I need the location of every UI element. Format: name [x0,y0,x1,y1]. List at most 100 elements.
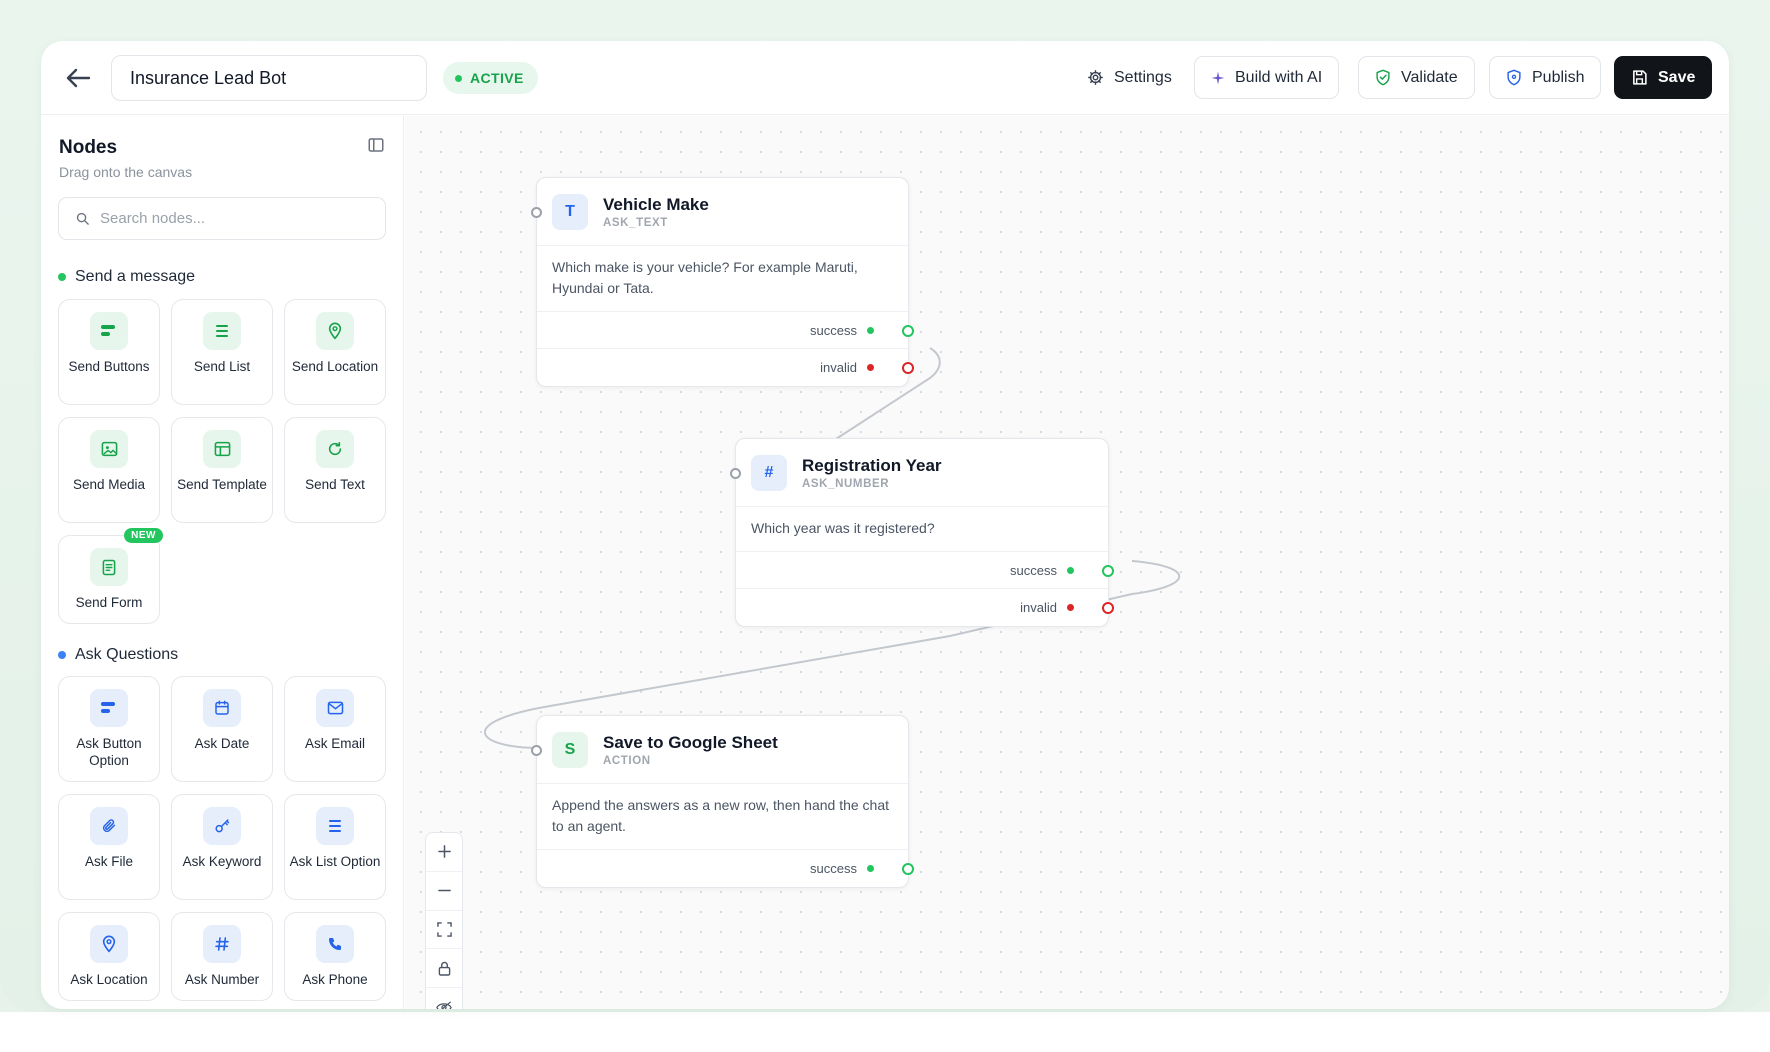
gear-icon [1088,70,1103,85]
list-icon [316,807,354,845]
zoom-in-button[interactable] [426,833,462,872]
output-handle-success[interactable] [902,863,914,875]
node-tile-ask-button-option[interactable]: Ask Button Option [58,676,160,782]
node-type: ACTION [603,755,651,767]
location-pin-icon [90,925,128,963]
tile-label: Ask Number [184,972,260,987]
tile-label: Ask Button Option [76,736,142,768]
tile-label: Send Template [177,477,267,492]
node-tile-ask-number[interactable]: Ask Number [171,912,273,1001]
node-header: # Registration Year ASK_NUMBER [736,439,1108,507]
section-dot [58,651,66,659]
form-icon [90,548,128,586]
hash-type-icon: # [751,455,787,491]
node-tile-ask-file[interactable]: Ask File [58,794,160,900]
tile-label: Send Form [75,595,143,610]
publish-button[interactable]: Publish [1489,56,1602,99]
node-tile-ask-list-option[interactable]: Ask List Option [284,794,386,900]
node-tile-ask-email[interactable]: Ask Email [284,676,386,782]
list-icon [203,312,241,350]
node-body: Which make is your vehicle? For example … [537,246,908,312]
node-registration-year[interactable]: # Registration Year ASK_NUMBER Which yea… [730,438,1114,627]
fit-view-button[interactable] [426,911,462,950]
tile-label: Ask File [84,854,133,869]
node-vehicle-make[interactable]: T Vehicle Make ASK_TEXT Which make is yo… [531,177,914,387]
status-dot [455,74,462,82]
settings-label: Settings [1114,68,1172,86]
sidebar-title: Nodes [59,137,118,158]
publish-label: Publish [1532,68,1585,86]
handle-label: invalid [1020,600,1057,615]
section-send-message: Send a message [58,268,195,286]
save-label: Save [1658,68,1696,86]
node-title: Vehicle Make [603,195,709,214]
search-icon [76,212,89,225]
save-button[interactable]: Save [1614,56,1713,99]
sparkle-icon [1211,71,1225,84]
sidebar-subtitle: Drag onto the canvas [59,164,193,180]
node-search-box[interactable] [58,197,386,240]
tile-label: Ask Location [70,972,148,987]
handle-status-dot [1067,566,1074,574]
nodes-sidebar: Nodes Drag onto the canvas Send a messag… [41,116,404,1009]
handle-status-dot [867,865,874,872]
arrow-left-icon [66,68,91,88]
handle-label: success [1010,562,1057,578]
settings-button[interactable]: Settings [1071,56,1188,99]
node-tile-ask-location[interactable]: Ask Location [58,912,160,1001]
tile-label: Send Text [305,477,365,492]
text-type-icon: T [552,194,588,230]
node-tile-ask-keyword[interactable]: Ask Keyword [171,794,273,900]
buttons-icon [90,312,128,350]
node-save-google-sheet[interactable]: S Save to Google Sheet ACTION Append the… [531,715,914,888]
status-label: ACTIVE [470,70,524,86]
location-pin-icon [316,312,354,350]
output-handle-success[interactable] [902,325,914,337]
canvas-controls [425,832,463,1009]
node-tile-send-list[interactable]: Send List [171,299,273,405]
tile-label: Send Buttons [68,359,150,374]
calendar-icon [203,689,241,727]
node-header: S Save to Google Sheet ACTION [537,716,908,784]
tile-label: Send List [193,359,251,374]
collapse-sidebar-button[interactable] [367,136,385,154]
refresh-icon [316,430,354,468]
toggle-visibility-button[interactable] [426,988,462,1009]
output-handle-invalid[interactable] [902,362,914,374]
phone-icon [316,925,354,963]
tile-label: Ask Keyword [182,854,262,869]
node-tile-send-location[interactable]: Send Location [284,299,386,405]
back-button[interactable] [61,61,95,95]
bot-name-input[interactable] [111,55,427,101]
zoom-out-icon [437,889,451,892]
tile-label: Send Media [72,477,146,492]
node-tile-send-template[interactable]: Send Template [171,417,273,523]
node-search-input[interactable] [100,210,360,227]
zoom-out-button[interactable] [426,872,462,911]
status-badge: ACTIVE [443,62,538,94]
node-tile-send-media[interactable]: Send Media [58,417,160,523]
flow-canvas[interactable]: T Vehicle Make ASK_TEXT Which make is yo… [405,116,1729,1009]
output-handle-invalid[interactable] [1102,602,1114,614]
new-badge: NEW [124,528,163,543]
tile-label: Ask List Option [289,854,381,869]
handle-status-dot [867,364,874,371]
tile-label: Send Location [291,359,379,374]
validate-button[interactable]: Validate [1358,56,1475,99]
node-tile-send-buttons[interactable]: Send Buttons [58,299,160,405]
node-tile-ask-phone[interactable]: Ask Phone [284,912,386,1001]
output-handle-success[interactable] [1102,565,1114,577]
handle-label: success [810,322,857,338]
node-title: Registration Year [802,456,942,475]
tile-label: Ask Email [304,736,365,751]
node-header: T Vehicle Make ASK_TEXT [537,178,908,246]
node-tile-send-text[interactable]: Send Text [284,417,386,523]
zoom-in-icon [437,845,451,859]
node-tile-send-form[interactable]: NEW Send Form [58,528,163,624]
build-with-ai-button[interactable]: Build with AI [1194,56,1340,99]
handle-status-dot [1067,604,1074,611]
lock-button[interactable] [426,949,462,989]
hide-icon [436,1001,452,1009]
node-tile-ask-date[interactable]: Ask Date [171,676,273,782]
handle-row-success: success [537,312,914,349]
